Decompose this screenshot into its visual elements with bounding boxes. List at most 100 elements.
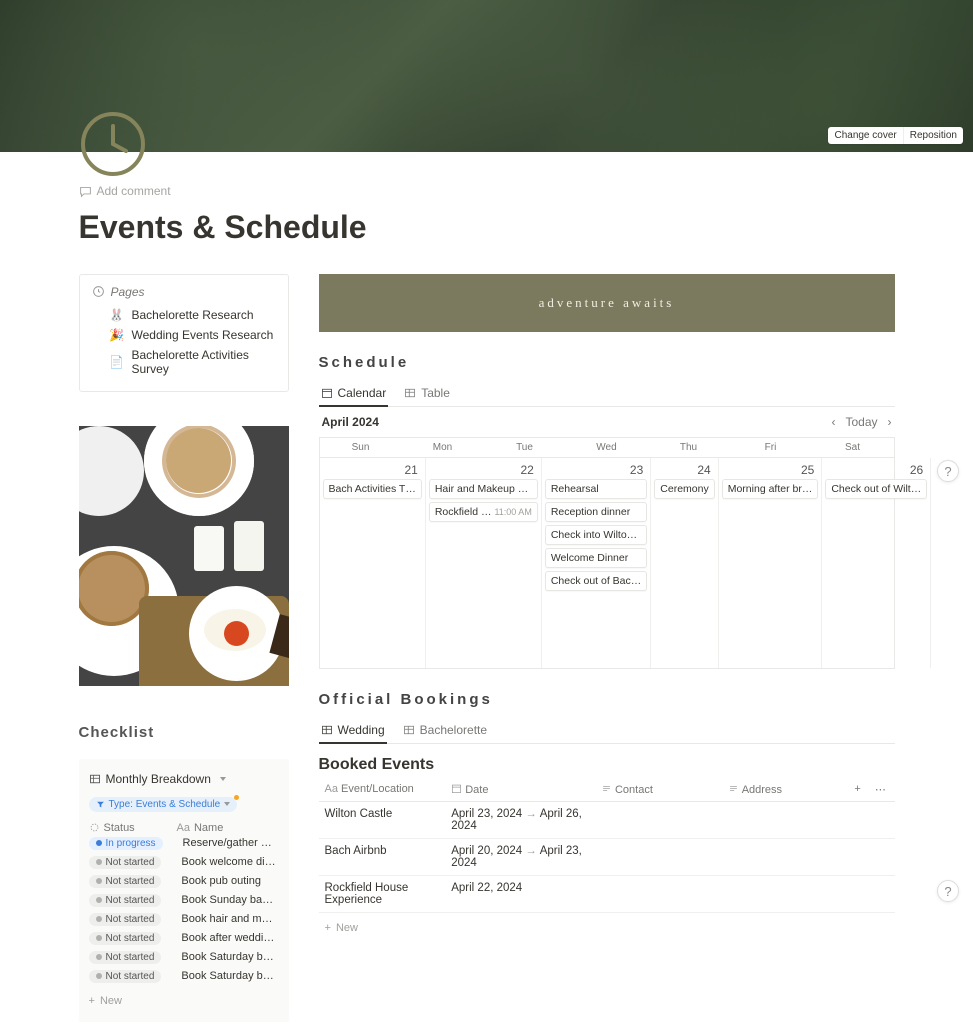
view-selector[interactable]: Monthly Breakdown bbox=[89, 769, 226, 789]
table-icon bbox=[89, 773, 101, 785]
calendar-event[interactable]: Morning after br… bbox=[722, 479, 819, 499]
table-row[interactable]: Bach AirbnbApril 20, 2024→April 23, 2024 bbox=[319, 838, 895, 875]
tab-bachelorette[interactable]: Bachelorette bbox=[401, 718, 489, 743]
calendar-cell[interactable]: 27 bbox=[931, 458, 958, 668]
checklist-item-name: Book Saturday bach d bbox=[181, 970, 278, 982]
page-title: Events & Schedule bbox=[79, 209, 895, 246]
tab-table[interactable]: Table bbox=[402, 381, 452, 406]
calendar-date: 26 bbox=[825, 461, 927, 479]
calendar-event[interactable]: Bach Activities T… bbox=[323, 479, 422, 499]
page-link[interactable]: 📄Bachelorette Activities Survey bbox=[92, 345, 276, 379]
page-emoji-icon: 🐰 bbox=[110, 308, 124, 322]
checklist-item-name: Book after wedding b bbox=[181, 932, 278, 944]
col-address[interactable]: Address bbox=[722, 778, 849, 802]
add-checklist-item[interactable]: + New bbox=[89, 990, 279, 1012]
add-column-button[interactable]: + bbox=[848, 778, 869, 802]
calendar-cell[interactable]: 25Morning after br… bbox=[719, 458, 823, 668]
status-icon bbox=[89, 822, 100, 833]
table-icon bbox=[321, 724, 333, 736]
page-link-label: Bachelorette Research bbox=[132, 308, 254, 322]
checklist-row[interactable]: Not startedBook after wedding b bbox=[89, 929, 279, 948]
filter-pill[interactable]: Type: Events & Schedule bbox=[89, 797, 238, 812]
table-more-button[interactable]: ⋯ bbox=[869, 778, 895, 802]
plus-icon: + bbox=[89, 995, 95, 1007]
calendar-event[interactable]: Ceremony bbox=[654, 479, 714, 499]
status-pill: Not started bbox=[89, 875, 162, 888]
cal-next-button[interactable]: › bbox=[888, 415, 892, 429]
status-column-header[interactable]: Status bbox=[89, 822, 157, 834]
contact-cell bbox=[595, 838, 722, 875]
calendar-day-header: Sat bbox=[812, 438, 894, 458]
calendar-event[interactable]: Rehearsal bbox=[545, 479, 647, 499]
cal-today-button[interactable]: Today bbox=[845, 415, 877, 429]
checklist-item-name: Book pub outing bbox=[181, 875, 278, 887]
table-row[interactable]: Wilton CastleApril 23, 2024→April 26, 20… bbox=[319, 801, 895, 838]
date-cell: April 23, 2024→April 26, 2024 bbox=[445, 801, 595, 838]
checklist-row[interactable]: Not started Book Sunday bach to bbox=[89, 891, 279, 910]
page-icon[interactable] bbox=[79, 110, 147, 178]
checklist-row[interactable]: In progressReserve/gather wedd bbox=[89, 834, 279, 853]
calendar-month: April 2024 bbox=[322, 415, 379, 429]
checklist-row[interactable]: Not startedBook hair and makeup bbox=[89, 910, 279, 929]
page-link[interactable]: 🎉Wedding Events Research bbox=[92, 325, 276, 345]
bookings-tabs: Wedding Bachelorette bbox=[319, 718, 895, 744]
table-icon bbox=[403, 724, 415, 736]
clock-icon bbox=[92, 285, 105, 298]
calendar-event[interactable]: Rockfield …11:00 AM bbox=[429, 502, 538, 522]
col-contact[interactable]: Contact bbox=[595, 778, 722, 802]
cal-prev-button[interactable]: ‹ bbox=[831, 415, 835, 429]
col-date[interactable]: Date bbox=[445, 778, 595, 802]
calendar-event[interactable]: Check into Wilto… bbox=[545, 525, 647, 545]
status-pill: Not started bbox=[89, 970, 162, 983]
checklist-row[interactable]: Not startedBook Saturday bach a bbox=[89, 948, 279, 967]
add-comment-button[interactable]: Add comment bbox=[79, 184, 171, 198]
event-cell: Rockfield House Experience bbox=[319, 875, 446, 912]
tab-label: Table bbox=[421, 386, 450, 400]
reposition-button[interactable]: Reposition bbox=[903, 127, 963, 144]
name-column-header[interactable]: Aa Name bbox=[177, 822, 224, 834]
event-cell: Bach Airbnb bbox=[319, 838, 446, 875]
calendar-event[interactable]: Check out of Bac… bbox=[545, 571, 647, 591]
plus-icon: + bbox=[325, 922, 331, 934]
checklist-row[interactable]: Not started Book Saturday bach d bbox=[89, 967, 279, 986]
calendar-cell[interactable]: 26Check out of Wilt… bbox=[822, 458, 931, 668]
cover-actions: Change cover Reposition bbox=[828, 127, 963, 144]
checklist-row[interactable]: Not started Book pub outing bbox=[89, 872, 279, 891]
calendar-event[interactable]: Reception dinner bbox=[545, 502, 647, 522]
filter-indicator bbox=[234, 795, 239, 800]
status-pill: Not started bbox=[89, 894, 162, 907]
status-pill: In progress bbox=[89, 837, 163, 850]
calendar-cell[interactable]: 24Ceremony bbox=[651, 458, 718, 668]
calendar-event[interactable]: Check out of Wilt… bbox=[825, 479, 927, 499]
checklist-row[interactable]: Not startedBook welcome dinner bbox=[89, 853, 279, 872]
col-event[interactable]: Aa Event/Location bbox=[319, 778, 446, 802]
status-pill: Not started bbox=[89, 913, 162, 926]
page-link[interactable]: 🐰 Bachelorette Research bbox=[92, 305, 276, 325]
help-button[interactable]: ? bbox=[937, 460, 959, 482]
tab-calendar[interactable]: Calendar bbox=[319, 381, 389, 407]
address-cell bbox=[722, 801, 849, 838]
bookings-title: Official Bookings bbox=[319, 691, 895, 708]
text-icon bbox=[728, 783, 739, 794]
checklist-title: Checklist bbox=[79, 724, 289, 741]
table-row[interactable]: Rockfield House ExperienceApril 22, 2024 bbox=[319, 875, 895, 912]
checklist-item-name: Book Sunday bach to bbox=[181, 894, 278, 906]
calendar-cell[interactable]: 23Rehearsal Reception dinner Check into Wi… bbox=[542, 458, 651, 668]
help-button[interactable]: ? bbox=[937, 880, 959, 902]
calendar-cell[interactable]: 21Bach Activities T… bbox=[320, 458, 426, 668]
add-booking-button[interactable]: + New bbox=[319, 917, 895, 939]
tab-wedding[interactable]: Wedding bbox=[319, 718, 387, 744]
comment-icon bbox=[79, 185, 92, 198]
calendar-event[interactable]: Welcome Dinner bbox=[545, 548, 647, 568]
checklist-item-name: Book welcome dinner bbox=[181, 856, 278, 868]
tab-label: Wedding bbox=[338, 723, 385, 737]
change-cover-button[interactable]: Change cover bbox=[828, 127, 902, 144]
contact-cell bbox=[595, 801, 722, 838]
calendar-date: 23 bbox=[545, 461, 647, 479]
calendar-day-header: Fri bbox=[730, 438, 812, 458]
calendar-icon bbox=[451, 783, 462, 794]
clock-icon bbox=[79, 110, 147, 178]
calendar-event[interactable]: Hair and Makeup … bbox=[429, 479, 538, 499]
banner: adventure awaits bbox=[319, 274, 895, 332]
calendar-cell[interactable]: 22Hair and Makeup …Rockfield …11:00 AM bbox=[426, 458, 542, 668]
